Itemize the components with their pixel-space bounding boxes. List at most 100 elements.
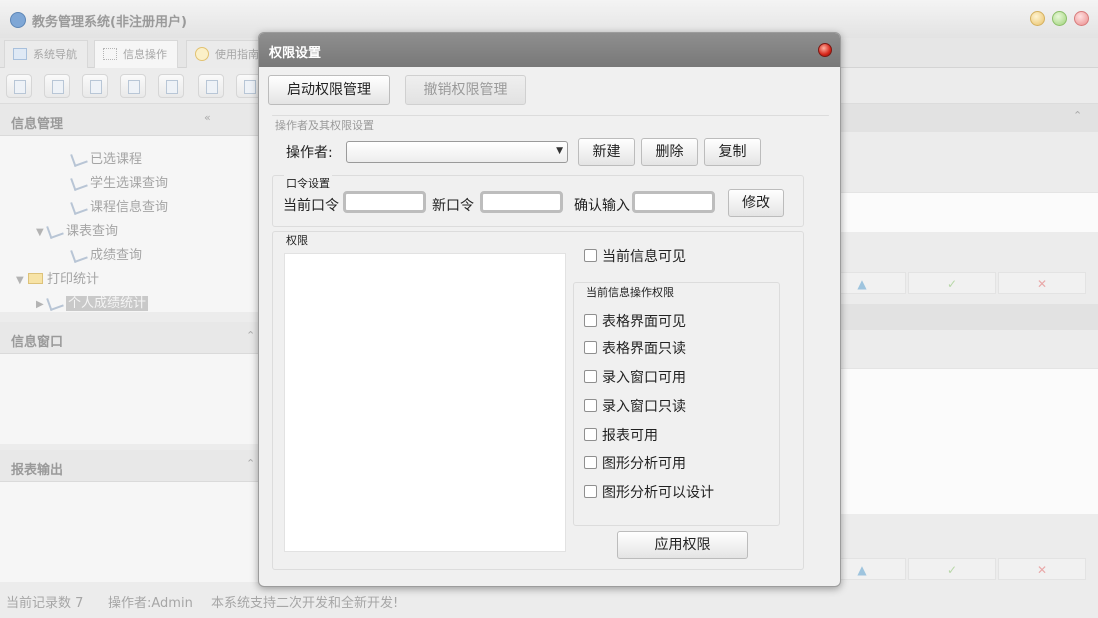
export-tool-icon[interactable]: [198, 74, 224, 98]
app-logo-icon: [10, 12, 26, 28]
tree-item[interactable]: ▼ 打印统计: [16, 268, 99, 287]
tools-icon: [70, 149, 88, 168]
tab-info-operation[interactable]: 信息操作: [94, 40, 178, 68]
entry-window-readonly-checkbox[interactable]: 录入窗口只读: [584, 396, 686, 416]
checkbox-box[interactable]: [584, 314, 597, 327]
checkbox-box[interactable]: [584, 399, 597, 412]
nav-tree: 已选课程 学生选课查询 课程信息查询 ▼ 课表查询 成绩查询 ▼ 打印统计 ▶ 个人成…: [0, 136, 258, 312]
confirm-password-input[interactable]: [632, 191, 715, 213]
password-group-label: 口令设置: [284, 175, 332, 191]
checkbox-box[interactable]: [584, 341, 597, 354]
tools-icon: [70, 197, 88, 216]
current-info-visible-checkbox[interactable]: 当前信息可见: [584, 246, 686, 266]
copy-operator-button[interactable]: 复制: [704, 138, 761, 166]
right-panel-header: ⌃: [841, 104, 1098, 132]
dialog-close-icon[interactable]: [818, 43, 832, 57]
operator-group-label: 操作者及其权限设置: [273, 117, 376, 133]
info-window-body: [0, 354, 258, 444]
current-password-label: 当前口令: [283, 198, 339, 214]
operator-status: 操作者:Admin: [108, 596, 193, 611]
panel-title: 信息管理: [11, 117, 64, 132]
tab-system-nav[interactable]: 系统导航: [4, 40, 88, 68]
expanded-arrow-icon[interactable]: ▼: [16, 275, 28, 286]
checkbox-box[interactable]: [584, 428, 597, 441]
report-output-header: 报表输出 ⌃: [0, 450, 258, 482]
tools-icon: [70, 173, 88, 192]
entry-window-usable-checkbox[interactable]: 录入窗口可用: [584, 367, 686, 387]
new-password-label: 新口令: [432, 198, 474, 214]
new-password-input[interactable]: [480, 191, 563, 213]
tree-item[interactable]: ▶ 个人成绩统计: [36, 292, 149, 312]
tree-item[interactable]: 学生选课查询: [70, 172, 168, 192]
delete-operator-button[interactable]: 删除: [641, 138, 698, 166]
window-title: 教务管理系统(非注册用户): [32, 15, 187, 30]
info-window-header: 信息窗口 ⌃: [0, 322, 258, 354]
checkbox-box[interactable]: [584, 456, 597, 469]
operation-permission-label: 当前信息操作权限: [584, 284, 676, 300]
report-output-body: [0, 482, 258, 582]
dialog-title: 权限设置: [269, 46, 322, 61]
collapse-up-icon[interactable]: ⌃: [246, 329, 255, 342]
tree-item[interactable]: 已选课程: [70, 148, 142, 168]
checkbox-box[interactable]: [584, 249, 597, 262]
permission-dialog: 权限设置 启动权限管理 撤销权限管理 操作者及其权限设置 操作者: ▼ 新建 删…: [258, 32, 841, 587]
current-password-input[interactable]: [343, 191, 426, 213]
collapse-up-icon[interactable]: ⌃: [246, 457, 255, 470]
confirm-password-label: 确认输入: [574, 198, 630, 214]
info-manage-header: 信息管理 «: [0, 104, 258, 136]
record-action-bar: ▲ ✓ ✕: [818, 272, 1098, 294]
table-visible-checkbox[interactable]: 表格界面可见: [584, 311, 686, 331]
table-readonly-checkbox[interactable]: 表格界面只读: [584, 338, 686, 358]
new-operator-button[interactable]: 新建: [578, 138, 635, 166]
right-panel-header-2: [841, 304, 1098, 330]
tab-label: 系统导航: [33, 48, 77, 61]
users-tool-icon[interactable]: [120, 74, 146, 98]
cancel-button[interactable]: ✕: [998, 558, 1086, 580]
panel-title: 报表输出: [11, 463, 64, 478]
operator-select[interactable]: ▼: [346, 141, 568, 163]
minimize-button[interactable]: [1030, 11, 1045, 26]
chevron-down-icon[interactable]: ▼: [556, 146, 563, 156]
revoke-permission-button[interactable]: 撤销权限管理: [405, 75, 526, 105]
list-tool-icon[interactable]: [44, 74, 70, 98]
collapse-up-icon[interactable]: ⌃: [1073, 109, 1082, 122]
permission-group-label: 权限: [284, 232, 310, 248]
tab-label: 信息操作: [123, 48, 167, 61]
tools-icon: [46, 293, 64, 312]
panel-title: 信息窗口: [11, 335, 64, 350]
record-action-bar-2: ▲ ✓ ✕: [818, 558, 1098, 580]
checkbox-box[interactable]: [584, 370, 597, 383]
help-icon: [195, 47, 209, 61]
confirm-button[interactable]: ✓: [908, 272, 996, 294]
window-tool-icon[interactable]: [158, 74, 184, 98]
tools-icon: [70, 245, 88, 264]
cancel-button[interactable]: ✕: [998, 272, 1086, 294]
tools-icon: [46, 221, 64, 240]
monitor-icon: [13, 48, 27, 60]
right-panel-area-2: [841, 368, 1098, 514]
status-bar: 当前记录数 7 操作者:Admin 本系统支持二次开发和全新开发!: [0, 588, 1098, 618]
checkbox-box[interactable]: [584, 485, 597, 498]
close-window-button[interactable]: [1074, 11, 1089, 26]
modify-password-button[interactable]: 修改: [728, 189, 784, 217]
grid-icon: [103, 48, 117, 60]
tree-item[interactable]: 课程信息查询: [70, 196, 168, 216]
operator-group-line: [272, 115, 829, 116]
collapse-left-icon[interactable]: «: [204, 111, 211, 124]
system-notice: 本系统支持二次开发和全新开发!: [211, 596, 399, 611]
tree-item[interactable]: 成绩查询: [70, 244, 142, 264]
folder-icon: [28, 273, 43, 284]
right-panel-area: [841, 192, 1098, 232]
chart-analysis-usable-checkbox[interactable]: 图形分析可用: [584, 453, 686, 473]
chart-analysis-design-checkbox[interactable]: 图形分析可以设计: [584, 482, 714, 502]
tab-label: 使用指南: [215, 48, 259, 61]
enable-permission-button[interactable]: 启动权限管理: [268, 75, 390, 105]
document-tool-icon[interactable]: [82, 74, 108, 98]
search-tool-icon[interactable]: [6, 74, 32, 98]
permission-list[interactable]: [284, 253, 566, 552]
maximize-button[interactable]: [1052, 11, 1067, 26]
tree-item[interactable]: ▼ 课表查询: [36, 220, 118, 240]
apply-permission-button[interactable]: 应用权限: [617, 531, 748, 559]
confirm-button[interactable]: ✓: [908, 558, 996, 580]
report-usable-checkbox[interactable]: 报表可用: [584, 425, 658, 445]
